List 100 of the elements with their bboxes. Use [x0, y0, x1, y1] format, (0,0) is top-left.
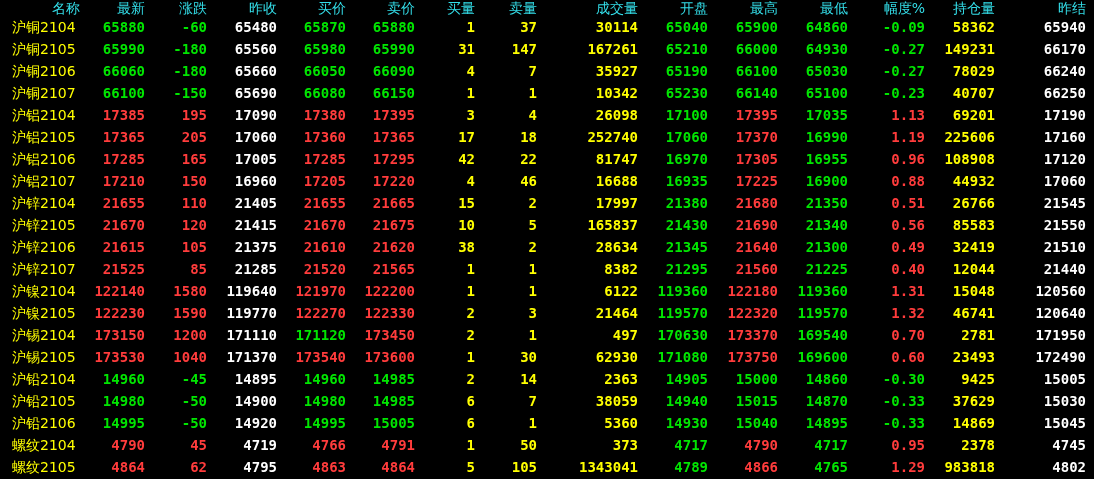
- table-cell: 1: [528, 260, 537, 278]
- table-cell: 0.88: [891, 172, 925, 190]
- table-cell: 4866: [744, 458, 778, 476]
- table-cell: 21655: [303, 194, 346, 212]
- column-header: 买价: [318, 0, 346, 16]
- table-cell: 2: [528, 194, 537, 212]
- table-cell: 65690: [234, 84, 277, 102]
- table-cell: 21665: [372, 194, 415, 212]
- table-cell: 9425: [961, 370, 995, 388]
- table-cell: 17395: [372, 106, 415, 124]
- table-cell: 65990: [372, 40, 415, 58]
- table-cell: 22: [520, 150, 537, 168]
- table-cell: -0.30: [882, 370, 925, 388]
- column-header: 卖价: [387, 0, 415, 16]
- column-header: 涨跌: [179, 0, 207, 16]
- table-cell: 85: [190, 260, 207, 278]
- table-cell: 65980: [303, 40, 346, 58]
- table-cell: 21620: [372, 238, 415, 256]
- table-cell: 1200: [173, 326, 207, 344]
- table-cell: 21690: [735, 216, 778, 234]
- table-cell: 66090: [372, 62, 415, 80]
- table-cell: 1: [466, 436, 475, 454]
- table-cell: 21560: [735, 260, 778, 278]
- table-cell: 14895: [805, 414, 848, 432]
- table-cell: 64930: [805, 40, 848, 58]
- table-cell: 170630: [657, 326, 708, 344]
- table-cell: 65660: [234, 62, 277, 80]
- table-cell: 1: [466, 348, 475, 366]
- table-cell: 21615: [102, 238, 145, 256]
- contract-name: 沪锌2106: [11, 238, 76, 256]
- column-header: 最新: [117, 0, 145, 16]
- table-cell: 171110: [226, 326, 277, 344]
- table-cell: 4: [466, 62, 475, 80]
- table-cell: 44932: [952, 172, 995, 190]
- table-cell: 40707: [952, 84, 995, 102]
- table-cell: 225606: [944, 128, 995, 146]
- table-cell: 2: [466, 370, 475, 388]
- table-cell: 14869: [952, 414, 995, 432]
- table-cell: 21405: [234, 194, 277, 212]
- contract-name: 沪镍2105: [11, 304, 76, 322]
- table-cell: 171120: [295, 326, 346, 344]
- table-cell: 12044: [952, 260, 995, 278]
- table-cell: 167261: [587, 40, 638, 58]
- table-cell: 119570: [657, 304, 708, 322]
- table-cell: -0.09: [882, 18, 925, 36]
- table-cell: 17160: [1043, 128, 1086, 146]
- contract-name: 沪锌2105: [11, 216, 76, 234]
- table-cell: 5: [466, 458, 475, 476]
- table-cell: 120560: [1035, 282, 1086, 300]
- table-cell: 4719: [243, 436, 277, 454]
- table-cell: 0.56: [891, 216, 925, 234]
- table-cell: 14920: [234, 414, 277, 432]
- table-cell: 173150: [94, 326, 145, 344]
- contract-name: 沪镍2104: [11, 282, 76, 300]
- table-cell: 21550: [1043, 216, 1086, 234]
- column-header: 持仓量: [953, 0, 995, 16]
- table-cell: 21440: [1043, 260, 1086, 278]
- table-cell: 66000: [735, 40, 778, 58]
- table-cell: 4717: [674, 436, 708, 454]
- table-cell: -50: [181, 392, 207, 410]
- table-cell: 65990: [102, 40, 145, 58]
- table-cell: 16955: [805, 150, 848, 168]
- contract-name: 沪铜2105: [11, 40, 76, 58]
- table-cell: 17005: [234, 150, 277, 168]
- table-cell: 4766: [312, 436, 346, 454]
- table-cell: 105: [511, 458, 537, 476]
- table-cell: 65030: [805, 62, 848, 80]
- table-cell: 4795: [243, 458, 277, 476]
- table-cell: 21610: [303, 238, 346, 256]
- table-cell: -45: [181, 370, 207, 388]
- table-cell: 18: [520, 128, 537, 146]
- table-cell: 16900: [805, 172, 848, 190]
- table-cell: 110: [181, 194, 207, 212]
- table-cell: 14905: [665, 370, 708, 388]
- table-cell: 3: [466, 106, 475, 124]
- table-cell: 46: [520, 172, 537, 190]
- table-cell: 21225: [805, 260, 848, 278]
- table-cell: 21680: [735, 194, 778, 212]
- table-cell: 14860: [805, 370, 848, 388]
- table-cell: -50: [181, 414, 207, 432]
- table-cell: 21415: [234, 216, 277, 234]
- table-cell: 21430: [665, 216, 708, 234]
- table-cell: 21350: [805, 194, 848, 212]
- table-cell: 81747: [595, 150, 638, 168]
- table-cell: 14995: [102, 414, 145, 432]
- table-cell: 15: [458, 194, 475, 212]
- table-cell: 66140: [735, 84, 778, 102]
- table-cell: 64860: [805, 18, 848, 36]
- table-cell: 4: [528, 106, 537, 124]
- table-cell: 65190: [665, 62, 708, 80]
- table-cell: 2378: [961, 436, 995, 454]
- table-cell: 21565: [372, 260, 415, 278]
- table-cell: 65480: [234, 18, 277, 36]
- table-cell: 66100: [735, 62, 778, 80]
- table-cell: 21464: [595, 304, 638, 322]
- table-cell: 21640: [735, 238, 778, 256]
- table-cell: 17220: [372, 172, 415, 190]
- table-cell: 122180: [727, 282, 778, 300]
- table-cell: 21345: [665, 238, 708, 256]
- table-cell: -0.33: [882, 414, 925, 432]
